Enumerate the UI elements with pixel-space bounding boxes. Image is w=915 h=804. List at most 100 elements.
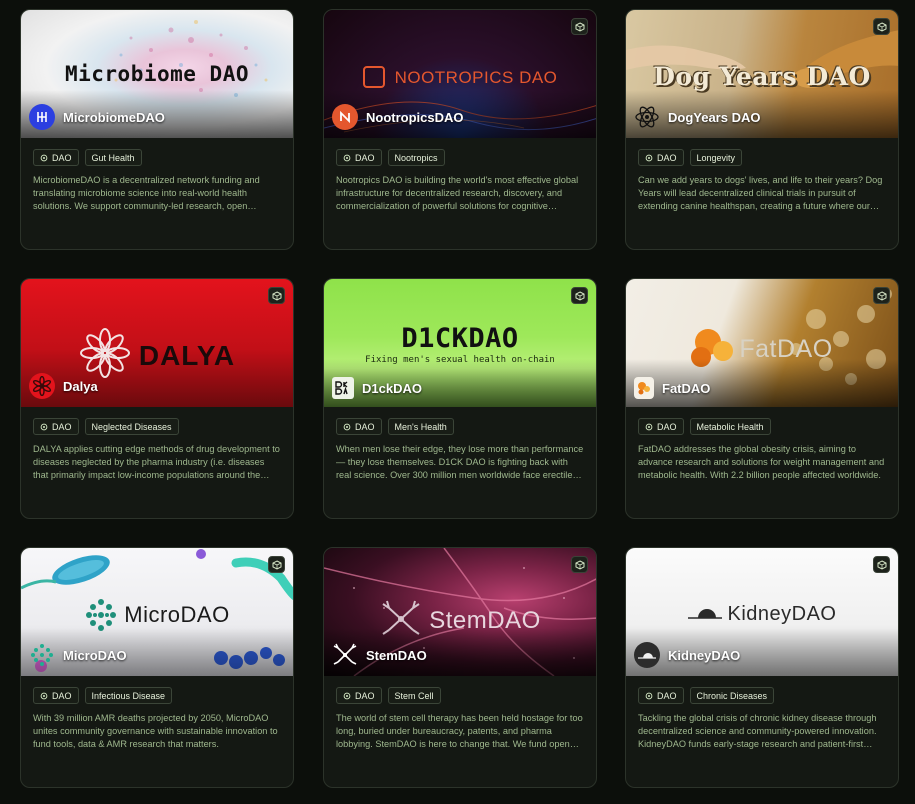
atom-logo-icon bbox=[634, 104, 660, 130]
tag-list: DAO Infectious Disease bbox=[21, 676, 293, 704]
chain-icon-button[interactable] bbox=[268, 556, 285, 573]
cube-icon bbox=[877, 21, 886, 32]
dao-tag: DAO bbox=[638, 687, 684, 704]
tag-list: DAO Gut Health bbox=[21, 138, 293, 166]
card-name-row: NootropicsDAO bbox=[332, 104, 464, 130]
dao-description: DALYA applies cutting edge methods of dr… bbox=[33, 444, 280, 480]
dao-name: DogYears DAO bbox=[668, 109, 761, 125]
dao-tag: DAO bbox=[33, 149, 79, 166]
dao-tag: DAO bbox=[638, 149, 684, 166]
card-banner: D1CKDAO Fixing men's sexual health on-ch… bbox=[324, 279, 596, 407]
card-banner: StemDAO StemDAO bbox=[324, 548, 596, 676]
banner-title: MicroDAO bbox=[21, 598, 293, 632]
microbiome-logo-icon bbox=[29, 104, 55, 130]
chain-icon-button[interactable] bbox=[571, 556, 588, 573]
microdao-logo-icon bbox=[29, 642, 55, 668]
chain-icon-button[interactable] bbox=[873, 287, 890, 304]
dao-card-microbiome[interactable]: Microbiome DAO MicrobiomeDAO DAO Gut Hea… bbox=[20, 9, 294, 250]
microdao-dots-icon bbox=[86, 599, 117, 631]
dao-card-microdao[interactable]: MicroDAO MicroDAO DAO Infectious Disease… bbox=[20, 547, 294, 788]
dao-name: NootropicsDAO bbox=[366, 109, 464, 125]
card-name-row: D1ckDAO bbox=[332, 377, 422, 399]
dao-gear-icon bbox=[343, 692, 351, 699]
dao-tag: DAO bbox=[33, 418, 79, 435]
card-banner: DALYA Dalya bbox=[21, 279, 293, 407]
dao-description: With 39 million AMR deaths projected by … bbox=[33, 713, 278, 749]
chain-icon-button[interactable] bbox=[571, 287, 588, 304]
dao-card-stemdao[interactable]: StemDAO StemDAO DAO Stem Cell The world … bbox=[323, 547, 597, 788]
category-tag: Men's Health bbox=[387, 418, 454, 435]
dao-description: Tackling the global crisis of chronic ki… bbox=[638, 713, 877, 749]
dao-tag: DAO bbox=[336, 418, 382, 435]
banner-title: DALYA bbox=[21, 327, 293, 379]
dao-tag: DAO bbox=[336, 149, 382, 166]
category-tag: Gut Health bbox=[84, 149, 142, 166]
dao-description: When men lose their edge, they lose more… bbox=[336, 444, 584, 480]
dao-tag: DAO bbox=[638, 418, 684, 435]
dao-name: FatDAO bbox=[662, 380, 711, 396]
category-tag: Nootropics bbox=[387, 149, 445, 166]
cube-icon bbox=[575, 290, 584, 301]
dao-grid: Microbiome DAO MicrobiomeDAO DAO Gut Hea… bbox=[0, 0, 915, 804]
card-name-row: DogYears DAO bbox=[634, 104, 760, 130]
banner-title: KidneyDAO bbox=[626, 603, 898, 626]
cube-icon bbox=[272, 559, 281, 570]
dalya-logo-icon bbox=[29, 373, 55, 399]
card-banner: MicroDAO MicroDAO bbox=[21, 548, 293, 676]
category-tag: Chronic Diseases bbox=[689, 687, 775, 704]
dao-card-dogyears[interactable]: Dog Years DAO DogYears DAO DAO Longevity… bbox=[625, 9, 899, 250]
dao-gear-icon bbox=[645, 154, 653, 161]
chain-icon-button[interactable] bbox=[873, 556, 890, 573]
card-banner: Microbiome DAO MicrobiomeDAO bbox=[21, 10, 293, 138]
dao-description: MicrobiomeDAO is a decentralized network… bbox=[33, 175, 260, 211]
card-name-row: Dalya bbox=[29, 373, 98, 399]
card-name-row: KidneyDAO bbox=[634, 642, 740, 668]
dao-card-kidneydao[interactable]: KidneyDAO KidneyDAO DAO Chronic Diseases… bbox=[625, 547, 899, 788]
fatdao-logo-icon bbox=[634, 377, 654, 399]
dao-name: StemDAO bbox=[366, 647, 427, 663]
dao-name: Dalya bbox=[63, 378, 98, 394]
cube-icon bbox=[877, 290, 886, 301]
tag-list: DAO Neglected Diseases bbox=[21, 407, 293, 435]
tag-list: DAO Chronic Diseases bbox=[626, 676, 898, 704]
cube-icon bbox=[575, 559, 584, 570]
banner-title: D1CKDAO bbox=[401, 323, 519, 354]
tag-list: DAO Men's Health bbox=[324, 407, 596, 435]
tag-list: DAO Stem Cell bbox=[324, 676, 596, 704]
kidneydao-logo-icon bbox=[634, 642, 660, 668]
dao-name: MicrobiomeDAO bbox=[63, 109, 165, 125]
chain-icon-button[interactable] bbox=[873, 18, 890, 35]
kidney-mark-icon bbox=[687, 609, 722, 619]
dao-description: The world of stem cell therapy has been … bbox=[336, 713, 583, 749]
chain-icon-button[interactable] bbox=[571, 18, 588, 35]
dao-card-fatdao[interactable]: FatDAO FatDAO DAO Metabolic Health FatDA… bbox=[625, 278, 899, 519]
cube-icon bbox=[575, 21, 584, 32]
dao-gear-icon bbox=[645, 692, 653, 699]
dao-description: Can we add years to dogs' lives, and lif… bbox=[638, 175, 883, 211]
dao-tag: DAO bbox=[336, 687, 382, 704]
card-name-row: MicrobiomeDAO bbox=[29, 104, 165, 130]
cube-icon bbox=[272, 290, 281, 301]
dao-card-nootropics[interactable]: NOOTROPICS DAO NootropicsDAO DAO Nootrop… bbox=[323, 9, 597, 250]
dao-card-d1ckdao[interactable]: D1CKDAO Fixing men's sexual health on-ch… bbox=[323, 278, 597, 519]
card-name-row: FatDAO bbox=[634, 377, 710, 399]
tag-list: DAO Nootropics bbox=[324, 138, 596, 166]
category-tag: Stem Cell bbox=[387, 687, 441, 704]
dao-description: Nootropics DAO is building the world's m… bbox=[336, 175, 579, 211]
nootropics-mark-icon bbox=[362, 66, 385, 88]
dao-gear-icon bbox=[645, 423, 653, 430]
chain-icon-button[interactable] bbox=[268, 287, 285, 304]
card-banner: Dog Years DAO DogYears DAO bbox=[626, 10, 898, 138]
dao-name: KidneyDAO bbox=[668, 647, 741, 663]
dao-gear-icon bbox=[343, 423, 351, 430]
banner-title: Microbiome DAO bbox=[64, 62, 249, 86]
stemdao-logo-icon bbox=[332, 642, 358, 668]
dao-card-dalya[interactable]: DALYA Dalya DAO Neglected Diseases DALYA… bbox=[20, 278, 294, 519]
tag-list: DAO Longevity bbox=[626, 138, 898, 166]
cube-icon bbox=[877, 559, 886, 570]
tag-list: DAO Metabolic Health bbox=[626, 407, 898, 435]
dao-description: FatDAO addresses the global obesity cris… bbox=[638, 444, 885, 480]
card-name-row: MicroDAO bbox=[29, 642, 127, 668]
card-name-row: StemDAO bbox=[332, 642, 427, 668]
banner-title: NOOTROPICS DAO bbox=[324, 66, 596, 88]
